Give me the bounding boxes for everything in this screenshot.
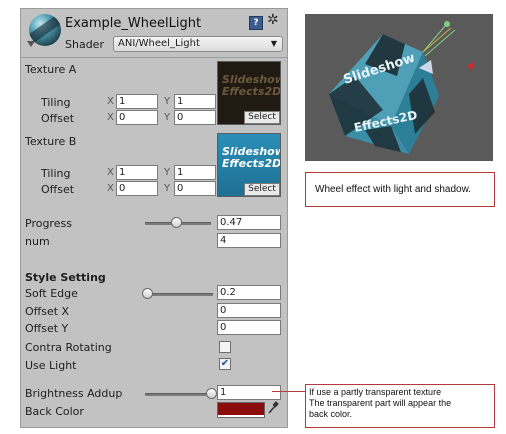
num-value-field[interactable]: 4 bbox=[217, 233, 281, 248]
texture-b-thumb-text: Slideshow Effects2D bbox=[222, 145, 281, 170]
num-label: num bbox=[25, 235, 50, 248]
use-light-label: Use Light bbox=[25, 359, 77, 372]
texture-a-thumbnail[interactable]: Slideshow Effects2D Select bbox=[217, 61, 281, 125]
offset-x-label: Offset X bbox=[25, 305, 70, 318]
texture-a-tiling-x-axis: X bbox=[107, 96, 114, 107]
soft-edge-slider-track[interactable] bbox=[147, 293, 213, 296]
shader-label: Shader bbox=[65, 38, 104, 51]
scene-preview: Slideshow Effects2D bbox=[305, 14, 493, 161]
contra-rotating-label: Contra Rotating bbox=[25, 341, 112, 354]
contra-rotating-checkbox[interactable] bbox=[219, 341, 231, 353]
progress-slider-thumb[interactable] bbox=[171, 217, 183, 228]
material-preview-icon bbox=[29, 14, 61, 46]
texture-a-select-button[interactable]: Select bbox=[244, 111, 280, 124]
brightness-addup-label: Brightness Addup bbox=[25, 387, 123, 400]
texture-a-thumb-text: Slideshow Effects2D bbox=[222, 73, 281, 98]
soft-edge-slider-thumb[interactable] bbox=[142, 288, 153, 299]
brightness-value-field[interactable]: 1 bbox=[217, 385, 281, 400]
soft-edge-value-field[interactable]: 0.2 bbox=[217, 285, 281, 300]
texture-a-offset-label: Offset bbox=[41, 112, 75, 125]
material-name: Example_WheelLight bbox=[65, 16, 202, 31]
texture-b-tiling-y-field[interactable]: 1 bbox=[174, 165, 216, 180]
use-light-checkbox[interactable]: ✔ bbox=[219, 358, 231, 370]
rotating-cube-image: Slideshow Effects2D bbox=[305, 14, 493, 161]
progress-label: Progress bbox=[25, 217, 72, 230]
material-header: Example_WheelLight ? ✲ Shader ANI/Wheel_… bbox=[21, 9, 287, 58]
texture-b-offset-y-field[interactable]: 0 bbox=[174, 181, 216, 196]
texture-b-offset-x-axis: X bbox=[107, 183, 114, 194]
texture-b-thumbnail[interactable]: Slideshow Effects2D Select bbox=[217, 133, 281, 197]
texture-a-tiling-x-field[interactable]: 1 bbox=[116, 94, 158, 109]
texture-a-offset-x-axis: X bbox=[107, 112, 114, 123]
texture-b-offset-x-field[interactable]: 0 bbox=[116, 181, 158, 196]
back-color-note-line1: If use a partly transparent texture bbox=[309, 387, 442, 397]
texture-b-select-button[interactable]: Select bbox=[244, 183, 280, 196]
wheel-effect-note-text: Wheel effect with light and shadow. bbox=[315, 184, 472, 195]
back-color-note-line2: The transparent part will appear the bbox=[309, 398, 452, 408]
help-icon[interactable]: ? bbox=[249, 16, 263, 30]
texture-a-label: Texture A bbox=[25, 63, 77, 76]
texture-b-offset-y-axis: Y bbox=[164, 183, 171, 194]
texture-a-offset-y-field[interactable]: 0 bbox=[174, 110, 216, 125]
offset-x-value-field[interactable]: 0 bbox=[217, 303, 281, 318]
back-color-label: Back Color bbox=[25, 405, 84, 418]
progress-value-field[interactable]: 0.47 bbox=[217, 215, 281, 230]
back-color-note: If use a partly transparent texture The … bbox=[305, 384, 495, 428]
texture-a-tiling-y-field[interactable]: 1 bbox=[174, 94, 216, 109]
texture-a-offset-y-axis: Y bbox=[164, 112, 171, 123]
material-inspector: Example_WheelLight ? ✲ Shader ANI/Wheel_… bbox=[20, 8, 288, 428]
texture-b-tiling-x-field[interactable]: 1 bbox=[116, 165, 158, 180]
texture-b-tiling-label: Tiling bbox=[41, 167, 71, 180]
texture-b-offset-label: Offset bbox=[41, 183, 75, 196]
back-color-swatch[interactable] bbox=[217, 402, 265, 418]
texture-b-tiling-x-axis: X bbox=[107, 167, 114, 178]
soft-edge-label: Soft Edge bbox=[25, 287, 78, 300]
offset-y-label: Offset Y bbox=[25, 322, 69, 335]
texture-b-tiling-y-axis: Y bbox=[164, 167, 171, 178]
brightness-slider-track[interactable] bbox=[145, 393, 211, 396]
gear-icon[interactable]: ✲ bbox=[267, 12, 279, 28]
shader-value: ANI/Wheel_Light bbox=[118, 38, 200, 49]
texture-a-tiling-label: Tiling bbox=[41, 96, 71, 109]
eyedropper-icon[interactable] bbox=[267, 401, 279, 415]
texture-a-tiling-y-axis: Y bbox=[164, 96, 171, 107]
shader-dropdown[interactable]: ANI/Wheel_Light ▼ bbox=[113, 36, 283, 52]
texture-b-label: Texture B bbox=[25, 135, 77, 148]
chevron-down-icon: ▼ bbox=[270, 39, 277, 48]
wheel-effect-note: Wheel effect with light and shadow. bbox=[305, 172, 495, 207]
brightness-slider-thumb[interactable] bbox=[206, 388, 217, 399]
texture-a-offset-x-field[interactable]: 0 bbox=[116, 110, 158, 125]
back-color-note-line3: back color. bbox=[309, 409, 353, 419]
back-color-callout-line bbox=[272, 391, 306, 392]
offset-y-value-field[interactable]: 0 bbox=[217, 320, 281, 335]
style-setting-header: Style Setting bbox=[25, 271, 106, 284]
